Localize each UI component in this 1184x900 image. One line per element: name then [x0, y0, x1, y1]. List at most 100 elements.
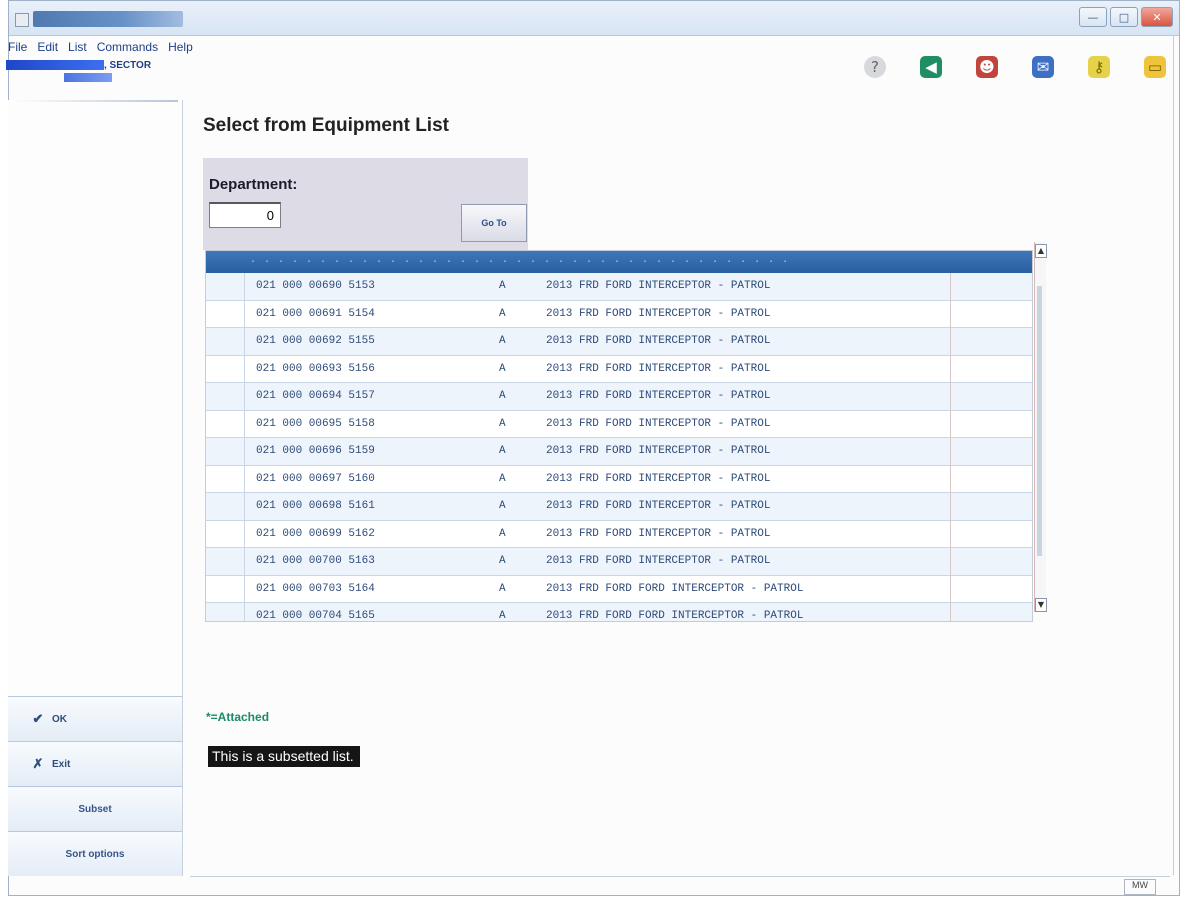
sidebar-rule	[8, 100, 178, 102]
grid-header-blurred: · · · · · · · · · · · · · · · · · · · · …	[250, 256, 790, 268]
row-status: A	[499, 362, 506, 375]
close-button[interactable]: ✕	[1141, 7, 1173, 27]
row-selector[interactable]	[206, 438, 245, 465]
table-row[interactable]: 021 000 00693 5156 A 2013 FRD FORD INTERCE…	[206, 355, 1032, 383]
org-sector: , SECTOR	[104, 60, 152, 71]
row-description: 2013 FRD FORD INTERCEPTOR - PATROL	[546, 555, 771, 567]
ok-button[interactable]: ✔ OK	[8, 696, 182, 741]
department-label: Department:	[209, 176, 298, 193]
row-description: 2013 FRD FORD FORD INTERCEPTOR - PATROL	[546, 582, 804, 595]
subset-label: Subset	[78, 803, 112, 815]
row-equipment-id: 021 000 00694 5157	[256, 390, 375, 402]
row-description: 2013 FRD FORD INTERCEPTOR - PATROL	[546, 527, 771, 540]
row-selector[interactable]	[206, 603, 245, 621]
exit-button[interactable]: ✗ Exit	[8, 741, 182, 786]
grid-scrollbar[interactable]: ▲ ▼	[1034, 242, 1047, 612]
menu-edit[interactable]: Edit	[37, 40, 58, 54]
page-title: Select from Equipment List	[203, 115, 449, 136]
maximize-button[interactable]: □	[1110, 7, 1138, 27]
attached-legend: *=Attached	[206, 710, 270, 724]
minimize-button[interactable]: —	[1079, 7, 1107, 27]
row-selector[interactable]	[206, 465, 245, 492]
department-panel: Department: Go To	[203, 158, 528, 250]
grid-rows: 021 000 00690 5153 A 2013 FRD FORD INTERCE…	[206, 273, 1032, 622]
row-selector[interactable]	[206, 273, 245, 300]
row-status: A	[499, 307, 506, 320]
window-controls: — □ ✕	[1079, 7, 1173, 27]
row-status: A	[499, 527, 506, 540]
row-selector[interactable]	[206, 328, 245, 355]
row-status: A	[499, 555, 506, 567]
table-row[interactable]: 021 000 00704 5165 A 2013 FRD FORD FORD IN…	[206, 603, 1032, 622]
row-selector[interactable]	[206, 410, 245, 437]
row-description: 2013 FRD FORD FORD INTERCEPTOR - PATROL	[546, 610, 804, 622]
menu-commands[interactable]: Commands	[97, 40, 158, 54]
app-icon	[15, 13, 29, 27]
row-description: 2013 FRD FORD INTERCEPTOR - PATROL	[546, 280, 771, 292]
sort-options-button[interactable]: Sort options	[8, 831, 182, 876]
department-input[interactable]	[209, 202, 281, 228]
row-status: A	[499, 445, 506, 457]
row-selector[interactable]	[206, 575, 245, 602]
row-description: 2013 FRD FORD INTERCEPTOR - PATROL	[546, 445, 771, 457]
row-description: 2013 FRD FORD INTERCEPTOR - PATROL	[546, 500, 771, 512]
folder-icon[interactable]: ▭	[1144, 56, 1166, 78]
mail-icon[interactable]: ✉	[1032, 56, 1054, 78]
row-status: A	[499, 610, 506, 622]
row-equipment-id: 021 000 00700 5163	[256, 555, 375, 567]
subset-note: This is a subsetted list.	[208, 746, 360, 767]
title-text-redacted	[33, 11, 183, 27]
row-description: 2013 FRD FORD INTERCEPTOR - PATROL	[546, 417, 771, 430]
table-row[interactable]: 021 000 00692 5155 A 2013 FRD FORD INTERCE…	[206, 328, 1032, 356]
row-selector[interactable]	[206, 520, 245, 547]
row-equipment-id: 021 000 00703 5164	[256, 582, 375, 595]
status-mode: MW	[1124, 879, 1156, 895]
row-equipment-id: 021 000 00697 5160	[256, 472, 375, 485]
row-status: A	[499, 500, 506, 512]
exit-icon: ✗	[32, 756, 44, 771]
title-bar: — □ ✕	[9, 1, 1179, 36]
table-row[interactable]: 021 000 00691 5154 A 2013 FRD FORD INTERCE…	[206, 300, 1032, 328]
scroll-up-arrow[interactable]: ▲	[1035, 244, 1047, 258]
checkmark-icon: ✔	[32, 711, 44, 726]
help-icon[interactable]: ?	[864, 56, 886, 78]
row-description: 2013 FRD FORD INTERCEPTOR - PATROL	[546, 335, 771, 347]
sidebar: ✔ OK ✗ Exit Subset Sort options	[8, 100, 183, 876]
column-divider	[950, 273, 951, 621]
table-row[interactable]: 021 000 00696 5159 A 2013 FRD FORD INTERCE…	[206, 438, 1032, 466]
row-equipment-id: 021 000 00692 5155	[256, 335, 375, 347]
row-selector[interactable]	[206, 383, 245, 410]
row-status: A	[499, 280, 506, 292]
row-selector[interactable]	[206, 493, 245, 520]
table-row[interactable]: 021 000 00697 5160 A 2013 FRD FORD INTERCE…	[206, 465, 1032, 493]
table-row[interactable]: 021 000 00703 5164 A 2013 FRD FORD FORD IN…	[206, 575, 1032, 603]
table-row[interactable]: 021 000 00700 5163 A 2013 FRD FORD INTERCE…	[206, 548, 1032, 576]
table-row[interactable]: 021 000 00690 5153 A 2013 FRD FORD INTERCE…	[206, 273, 1032, 301]
sidebar-actions: ✔ OK ✗ Exit Subset Sort options	[8, 696, 182, 876]
subset-button[interactable]: Subset	[8, 786, 182, 831]
scroll-down-arrow[interactable]: ▼	[1035, 598, 1047, 612]
row-description: 2013 FRD FORD INTERCEPTOR - PATROL	[546, 390, 771, 402]
key-icon[interactable]: ⚷	[1088, 56, 1110, 78]
org-redacted-2	[64, 73, 112, 82]
row-selector[interactable]	[206, 355, 245, 382]
row-selector[interactable]	[206, 548, 245, 575]
table-row[interactable]: 021 000 00698 5161 A 2013 FRD FORD INTERCE…	[206, 493, 1032, 521]
row-equipment-id: 021 000 00698 5161	[256, 500, 375, 512]
user-icon[interactable]: ☻	[976, 56, 998, 78]
menu-help[interactable]: Help	[168, 40, 193, 54]
table-row[interactable]: 021 000 00694 5157 A 2013 FRD FORD INTERCE…	[206, 383, 1032, 411]
row-description: 2013 FRD FORD INTERCEPTOR - PATROL	[546, 307, 771, 320]
row-equipment-id: 021 000 00704 5165	[256, 610, 375, 622]
sort-options-label: Sort options	[65, 848, 125, 860]
row-selector[interactable]	[206, 300, 245, 327]
scroll-thumb[interactable]	[1037, 286, 1042, 556]
row-equipment-id: 021 000 00690 5153	[256, 280, 375, 292]
back-icon[interactable]: ◀	[920, 56, 942, 78]
table-row[interactable]: 021 000 00699 5162 A 2013 FRD FORD INTERCE…	[206, 520, 1032, 548]
menu-list[interactable]: List	[68, 40, 87, 54]
goto-button[interactable]: Go To	[461, 204, 527, 242]
table-row[interactable]: 021 000 00695 5158 A 2013 FRD FORD INTERCE…	[206, 410, 1032, 438]
row-description: 2013 FRD FORD INTERCEPTOR - PATROL	[546, 362, 771, 375]
menu-file[interactable]: File	[8, 40, 27, 54]
